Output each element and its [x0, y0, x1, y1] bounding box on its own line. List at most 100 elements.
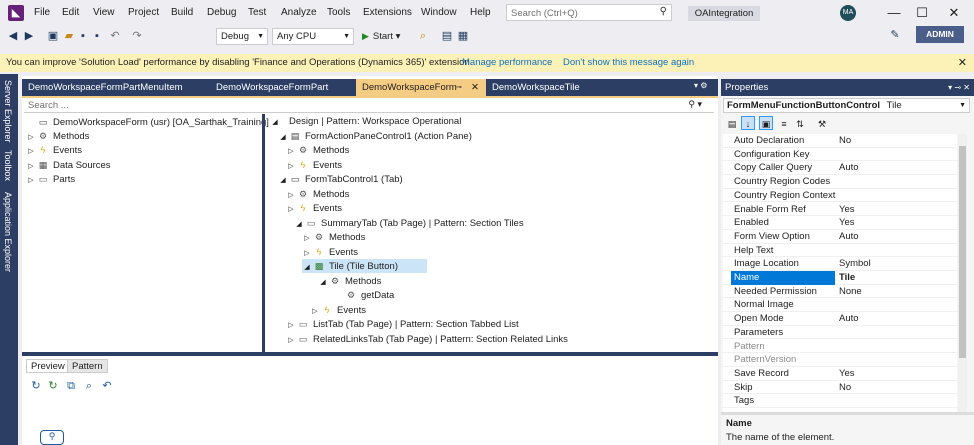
property-row[interactable]: Enabled Yes — [723, 216, 957, 230]
property-row[interactable]: Form View Option Auto — [723, 230, 957, 244]
property-row[interactable]: Country Region Context F — [723, 189, 957, 203]
property-row[interactable]: Save Record Yes — [723, 367, 957, 381]
tab-overflow-icon[interactable]: ▾ ⚙ — [694, 81, 707, 90]
menu-view[interactable]: View — [93, 7, 115, 18]
menu-tools[interactable]: Tools — [327, 7, 350, 18]
wrench-icon[interactable]: ⚒ — [815, 116, 829, 130]
property-row[interactable]: Parameters — [723, 326, 957, 340]
collapse-icon[interactable]: ◢ — [270, 116, 280, 130]
categorized-icon[interactable]: ▤ — [725, 116, 739, 130]
property-grid-scrollbar[interactable] — [958, 134, 967, 412]
tab-demo-workspace-tile[interactable]: DemoWorkspaceTile — [486, 79, 606, 96]
property-row[interactable]: Tags — [723, 394, 957, 408]
property-value[interactable]: Auto — [839, 161, 859, 175]
property-value[interactable]: No — [839, 381, 851, 395]
menu-extensions[interactable]: Extensions — [363, 7, 412, 18]
collapse-icon[interactable]: ◢ — [278, 174, 288, 188]
tab-demo-workspace-form-part-menu-item[interactable]: DemoWorkspaceFormPartMenuItem — [22, 79, 208, 96]
open-in-window-icon[interactable]: ⧉ — [64, 379, 78, 393]
property-row[interactable]: Needed Permission None — [723, 285, 957, 299]
tree-item-methods[interactable]: ▷ ⚙ Methods — [26, 129, 89, 143]
expand-icon[interactable]: ▷ — [286, 319, 296, 333]
collapse-icon[interactable]: ◢ — [318, 276, 328, 290]
redo-icon[interactable]: ↷ — [130, 29, 144, 43]
save-all-icon[interactable]: ▪ — [90, 29, 104, 43]
events-list-icon[interactable]: ≡ — [777, 116, 791, 130]
zoom-icon[interactable]: ⌕ — [82, 379, 96, 393]
property-value[interactable]: Yes — [839, 203, 855, 217]
property-value[interactable]: None — [839, 285, 862, 299]
menu-analyze[interactable]: Analyze — [281, 7, 317, 18]
tree-item-action-pane[interactable]: ◢ ▤ FormActionPaneControl1 (Action Pane) — [278, 129, 472, 143]
refresh-icon[interactable]: ↻ — [29, 379, 43, 393]
pane-splitter-horizontal[interactable] — [22, 352, 718, 356]
refresh-data-icon[interactable]: ↻ — [46, 379, 60, 393]
tab-demo-workspace-form-part[interactable]: DemoWorkspaceFormPart — [210, 79, 354, 96]
tree-item-events[interactable]: ▷ ϟ Events — [286, 158, 342, 172]
menu-debug[interactable]: Debug — [207, 7, 236, 18]
expand-icon[interactable]: ▷ — [302, 232, 312, 246]
tree-item-list-tab[interactable]: ▷ ▭ ListTab (Tab Page) | Pattern: Section … — [286, 317, 518, 333]
property-value[interactable]: Yes — [839, 367, 855, 381]
expand-icon[interactable]: ▷ — [286, 334, 296, 348]
expand-icon[interactable]: ▷ — [26, 174, 36, 188]
undo-icon[interactable]: ↶ — [108, 29, 122, 43]
tree-item-tab-control[interactable]: ◢ ▭ FormTabControl1 (Tab) — [278, 172, 402, 188]
description-splitter[interactable] — [721, 412, 974, 415]
manage-performance-link[interactable]: Manage performance — [462, 54, 552, 72]
layout-icon[interactable]: ▤ — [440, 29, 454, 43]
property-value[interactable]: Symbol — [839, 257, 871, 271]
forward-icon[interactable]: ▶ — [22, 29, 36, 43]
sort-icon[interactable]: ⇅ — [793, 116, 807, 130]
alphabetical-icon[interactable]: ↓ — [741, 116, 755, 130]
close-button[interactable]: ✕ — [941, 4, 967, 22]
menu-project[interactable]: Project — [128, 7, 159, 18]
menu-build[interactable]: Build — [171, 7, 193, 18]
new-project-icon[interactable]: ▣ — [46, 29, 60, 43]
menu-file[interactable]: File — [34, 7, 50, 18]
tree-item-methods[interactable]: ▷ ⚙ Methods — [302, 230, 365, 244]
maximize-button[interactable]: ☐ — [909, 4, 935, 22]
tab-preview[interactable]: Preview — [26, 359, 70, 373]
tree-item-parts[interactable]: ▷ ▭ Parts — [26, 172, 75, 186]
collapse-icon[interactable]: ◢ — [302, 261, 312, 275]
find-icon[interactable]: ⌕ — [416, 29, 430, 43]
property-row[interactable]: Normal Image — [723, 298, 957, 313]
property-row[interactable]: Configuration Key — [723, 148, 957, 162]
close-icon[interactable]: ✕ — [471, 79, 479, 96]
server-explorer-tab[interactable]: Server Explorer — [3, 80, 13, 143]
property-row[interactable]: Help Text — [723, 244, 957, 258]
tree-item-methods[interactable]: ▷ ⚙ Methods — [286, 187, 349, 201]
object-selector[interactable]: FormMenuFunctionButtonControl Tile ▼ — [723, 98, 970, 113]
property-row[interactable]: Copy Caller Query Auto — [723, 161, 957, 176]
property-value[interactable]: Yes — [839, 216, 855, 230]
pin-icon[interactable]: ⊸ — [456, 79, 462, 96]
menu-window[interactable]: Window — [421, 7, 457, 18]
tree-item-tile-selected[interactable]: ◢ ▩ Tile (Tile Button) — [302, 259, 427, 273]
tree-item-get-data[interactable]: ⚙ getData — [334, 288, 394, 302]
property-value[interactable]: Auto — [839, 230, 859, 244]
property-row[interactable]: Image Location Symbol — [723, 257, 957, 271]
tree-item-methods[interactable]: ▷ ⚙ Methods — [286, 143, 349, 157]
tree-item-form-root[interactable]: ▭ DemoWorkspaceForm (usr) [OA_Sarthak_Tra… — [26, 115, 269, 129]
expand-icon[interactable]: ▷ — [286, 203, 296, 217]
tab-demo-workspace-form[interactable]: DemoWorkspaceForm ⊸ ✕ — [356, 79, 486, 96]
start-debug-button[interactable]: ▶ Start ▾ — [362, 29, 412, 44]
undo-icon[interactable]: ↶ — [100, 379, 114, 393]
back-icon[interactable]: ◀ — [6, 29, 20, 43]
scrollbar-thumb[interactable] — [959, 146, 966, 358]
expand-icon[interactable]: ▷ — [286, 145, 296, 159]
toolbox-tab[interactable]: Toolbox — [3, 150, 13, 181]
property-row[interactable]: Open Mode Auto — [723, 312, 957, 326]
application-explorer-tab[interactable]: Application Explorer — [3, 192, 13, 272]
tree-item-methods[interactable]: ◢ ⚙ Methods — [318, 274, 381, 288]
menu-test[interactable]: Test — [248, 7, 266, 18]
properties-icon[interactable]: ▣ — [759, 116, 773, 130]
configuration-combo[interactable]: Debug ▼ — [216, 28, 268, 45]
property-row-selected[interactable]: Name Tile — [723, 271, 957, 285]
tree-item-summary-tab[interactable]: ◢ ▭ SummaryTab (Tab Page) | Pattern: Secti… — [294, 216, 523, 230]
menu-help[interactable]: Help — [470, 7, 491, 18]
user-avatar[interactable]: MA — [840, 5, 856, 21]
close-icon[interactable]: ✕ — [958, 54, 967, 72]
feedback-icon[interactable]: ✎ — [888, 28, 902, 42]
